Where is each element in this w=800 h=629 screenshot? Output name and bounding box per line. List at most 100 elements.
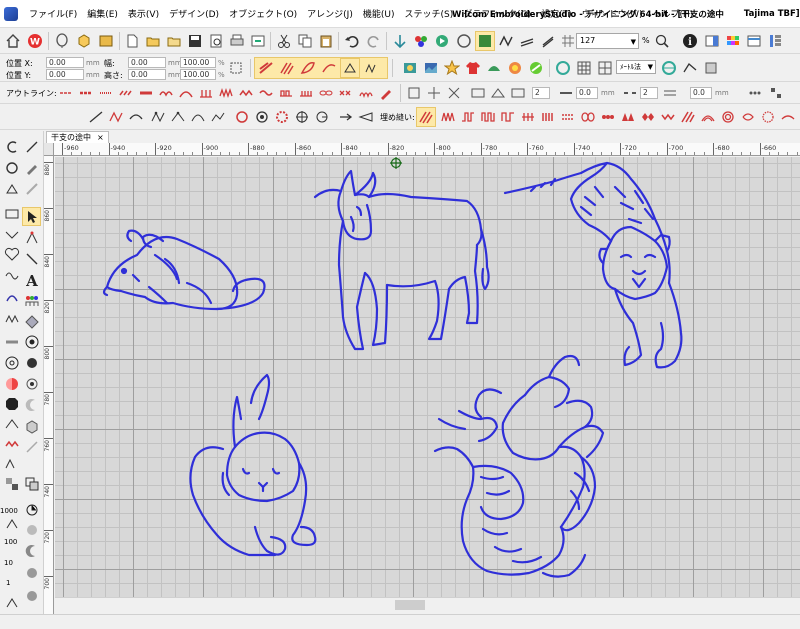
fill-step-icon[interactable] xyxy=(458,107,478,127)
fill-contour-icon[interactable] xyxy=(778,107,798,127)
outline-pen-icon[interactable] xyxy=(376,83,396,103)
overview-icon[interactable] xyxy=(744,31,764,51)
outline-spin1[interactable]: 2 xyxy=(532,87,550,99)
zoom-combo[interactable]: 127 ▼ xyxy=(576,33,639,49)
fill-tatami-icon[interactable] xyxy=(416,107,436,127)
fill-cone-icon[interactable] xyxy=(356,107,376,127)
app-logo-icon[interactable] xyxy=(4,6,18,21)
rat-design[interactable] xyxy=(102,229,266,311)
wave-tool-icon[interactable] xyxy=(2,266,21,285)
info-icon[interactable]: i xyxy=(680,31,700,51)
table-view-icon[interactable] xyxy=(595,58,615,78)
input-c-icon[interactable] xyxy=(126,107,146,127)
outline-zigzag-icon[interactable] xyxy=(236,83,256,103)
fill-grid-icon[interactable] xyxy=(538,107,558,127)
paste-icon[interactable] xyxy=(316,31,336,51)
undo-icon[interactable] xyxy=(342,31,362,51)
shape-tool-icon[interactable] xyxy=(2,224,21,243)
menu-view[interactable]: 表示(V) xyxy=(123,7,164,20)
pattern-fill-icon[interactable] xyxy=(319,58,339,78)
ox-design[interactable] xyxy=(313,169,490,351)
outline-cross-icon[interactable] xyxy=(336,83,356,103)
pos-y-field[interactable]: 0.00 xyxy=(46,69,84,80)
fill-arch-icon[interactable] xyxy=(698,107,718,127)
pos-x-field[interactable]: 0.00 xyxy=(46,57,84,68)
measure-icon[interactable] xyxy=(659,58,679,78)
outline-space-icon[interactable] xyxy=(660,83,680,103)
input-c-tool-icon[interactable] xyxy=(2,137,21,156)
leaf-stitch-icon[interactable] xyxy=(298,58,318,78)
digitize-curve-icon[interactable] xyxy=(208,107,228,127)
sequence-icon[interactable] xyxy=(22,500,41,519)
cube-icon[interactable] xyxy=(74,31,94,51)
fill-pattern-icon[interactable] xyxy=(498,107,518,127)
docker-icon[interactable] xyxy=(702,31,722,51)
outline-backstitch-icon[interactable] xyxy=(96,83,116,103)
run-path-icon[interactable] xyxy=(2,179,21,198)
cut-icon[interactable] xyxy=(274,31,294,51)
overlap-icon[interactable] xyxy=(22,474,41,493)
monogram-icon[interactable] xyxy=(2,287,21,306)
align-icon[interactable] xyxy=(424,83,444,103)
outline-offset-icon[interactable] xyxy=(468,83,488,103)
show-stitches-icon[interactable] xyxy=(496,31,516,51)
step-icon[interactable] xyxy=(2,514,21,533)
fill-arrow-icon[interactable] xyxy=(336,107,356,127)
outline-estitch-icon[interactable] xyxy=(296,83,316,103)
outline-chain-icon[interactable] xyxy=(316,83,336,103)
tshirt-icon[interactable] xyxy=(463,58,483,78)
height-field[interactable]: 0.00 xyxy=(128,69,166,80)
measurement-combo[interactable]: ﾒｰﾄﾙ法 ▼ xyxy=(616,60,656,74)
stop-icon[interactable] xyxy=(2,394,21,413)
document-tab[interactable]: 干支の途中 × xyxy=(46,131,109,143)
input-a-icon[interactable] xyxy=(86,107,106,127)
wilcom-icon[interactable]: W xyxy=(25,31,45,51)
menu-function[interactable]: 機能(U) xyxy=(358,7,400,20)
radio-icon[interactable] xyxy=(22,374,41,393)
fill-satin-icon[interactable] xyxy=(438,107,458,127)
show-needle-icon[interactable] xyxy=(538,31,558,51)
scale-width-field[interactable]: 100.00 xyxy=(180,57,216,68)
bullseye-icon[interactable] xyxy=(22,332,41,351)
grid-view-icon[interactable] xyxy=(574,58,594,78)
outline-bean-icon[interactable] xyxy=(136,83,156,103)
crescent-icon[interactable] xyxy=(22,395,41,414)
convert-icon[interactable] xyxy=(701,58,721,78)
save-icon[interactable] xyxy=(185,31,205,51)
width-field[interactable]: 0.00 xyxy=(128,57,166,68)
sequence-docker-icon[interactable] xyxy=(765,31,785,51)
outline-blanket-icon[interactable] xyxy=(196,83,216,103)
reshape-icon[interactable] xyxy=(680,58,700,78)
stitch-player-icon[interactable] xyxy=(432,31,452,51)
color-palette-icon[interactable] xyxy=(723,31,743,51)
fill-motif-icon[interactable] xyxy=(478,107,498,127)
fill-zigzag-icon[interactable] xyxy=(658,107,678,127)
open-folder-alt-icon[interactable] xyxy=(164,31,184,51)
digitize-shape-icon[interactable] xyxy=(188,107,208,127)
outline-triple-run-icon[interactable] xyxy=(76,83,96,103)
scrollbar-thumb[interactable] xyxy=(395,600,425,610)
chenille-icon[interactable] xyxy=(2,332,21,351)
show-connectors-icon[interactable] xyxy=(517,31,537,51)
gear-icon[interactable] xyxy=(272,107,292,127)
open-folder-icon[interactable] xyxy=(143,31,163,51)
dragon-design[interactable] xyxy=(433,354,605,578)
outline-arch-icon[interactable] xyxy=(176,83,196,103)
outline-spin4[interactable]: 0.0 xyxy=(690,87,712,99)
menu-arrange[interactable]: アレンジ(J) xyxy=(302,7,358,20)
bead-icon[interactable] xyxy=(22,353,41,372)
print-icon[interactable] xyxy=(227,31,247,51)
knife-cut-icon[interactable] xyxy=(22,249,41,268)
outline-dots-icon[interactable] xyxy=(745,83,765,103)
tiger-design[interactable] xyxy=(503,161,683,369)
fill-wave-icon[interactable] xyxy=(558,107,578,127)
fill-ellipse-icon[interactable] xyxy=(578,107,598,127)
hoop-icon[interactable] xyxy=(454,31,474,51)
play-forward-icon[interactable] xyxy=(22,541,41,560)
menu-edit[interactable]: 編集(E) xyxy=(82,7,123,20)
corner-icon[interactable] xyxy=(404,83,424,103)
spray-icon[interactable] xyxy=(2,454,21,473)
fill-cross-icon[interactable] xyxy=(518,107,538,127)
fill-hatch-icon[interactable] xyxy=(678,107,698,127)
catalog-icon[interactable] xyxy=(96,31,116,51)
